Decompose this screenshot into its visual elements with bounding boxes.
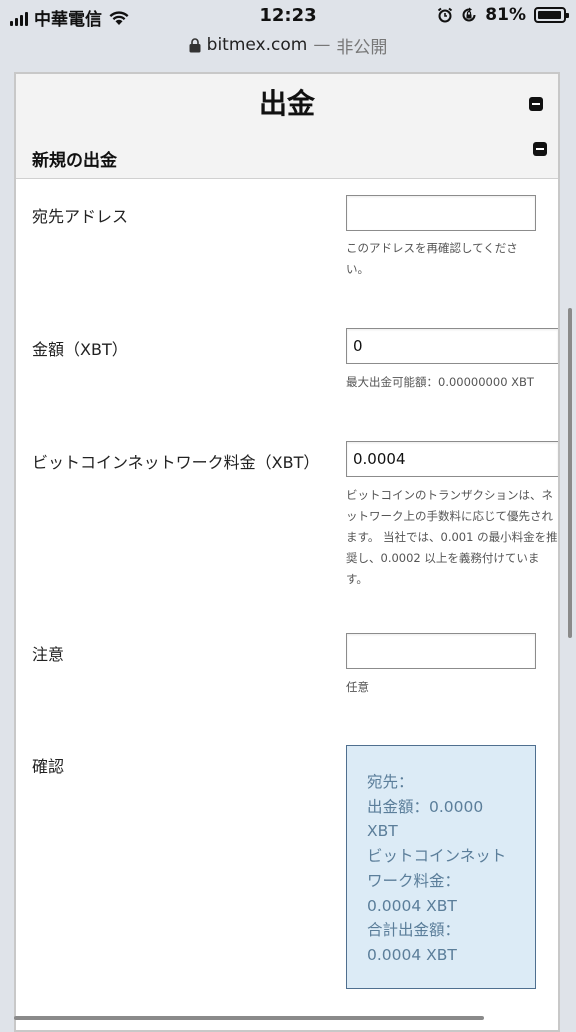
battery-icon [534,7,569,23]
amount-label: 金額（XBT） [32,340,128,359]
address-help: このアドレスを再確認してくださ い。 [346,241,518,276]
fee-help: ビットコインのトランザクションは、ネ ットワーク上の手数料に応じて優先され ます… [346,488,558,586]
memo-label: 注意 [32,645,65,664]
withdrawal-panel: 出金 新規の出金 宛先アドレス このアドレスを再確認してくださ い。 金額（XB… [14,72,560,1032]
lock-icon [189,37,201,52]
section-title: 新規の出金 [32,151,117,171]
memo-input[interactable] [346,633,536,669]
page-title: 出金 [16,74,558,136]
status-right: 81% [437,5,569,25]
confirm-line: ビットコインネット [367,847,507,866]
url-domain: bitmex.com [206,35,308,55]
confirm-line: 合計出金額： [367,921,461,940]
section-collapse-icon[interactable] [533,142,547,156]
fee-input[interactable] [346,441,558,477]
address-input[interactable] [346,195,536,231]
collapse-icon[interactable] [529,97,543,111]
confirm-line: ワーク料金： [367,871,461,890]
confirm-line: 出金額：0.0000 [367,797,484,816]
url-bar[interactable]: bitmex.com — 非公開 [0,32,576,58]
alarm-icon [438,7,453,23]
battery-percent: 81% [485,5,526,25]
confirm-label: 確認 [32,757,65,776]
url-privacy-label: 非公開 [336,37,388,58]
confirm-line: 宛先： [367,773,414,791]
confirm-line: XBT [367,822,398,841]
vertical-scrollbar[interactable] [568,308,572,638]
confirm-line: 0.0004 XBT [367,896,457,915]
fee-label: ビットコインネットワーク料金（XBT） [32,453,320,472]
confirm-line: 0.0004 XBT [367,945,457,964]
memo-help: 任意 [346,680,369,694]
amount-help: 最大出金可能額：0.00000000 XBT [346,375,534,389]
confirmation-summary: 宛先： 出金額：0.0000 XBT ビットコインネット ワーク料金： 0.00… [346,745,536,989]
url-separator: — [313,35,331,55]
address-label: 宛先アドレス [32,207,129,226]
status-bar: 中華電信 12:23 81% [0,0,576,32]
horizontal-scrollbar[interactable] [14,1016,484,1020]
amount-input[interactable] [346,328,558,364]
rotation-lock-icon [462,7,476,22]
section-header: 新規の出金 [16,134,558,179]
